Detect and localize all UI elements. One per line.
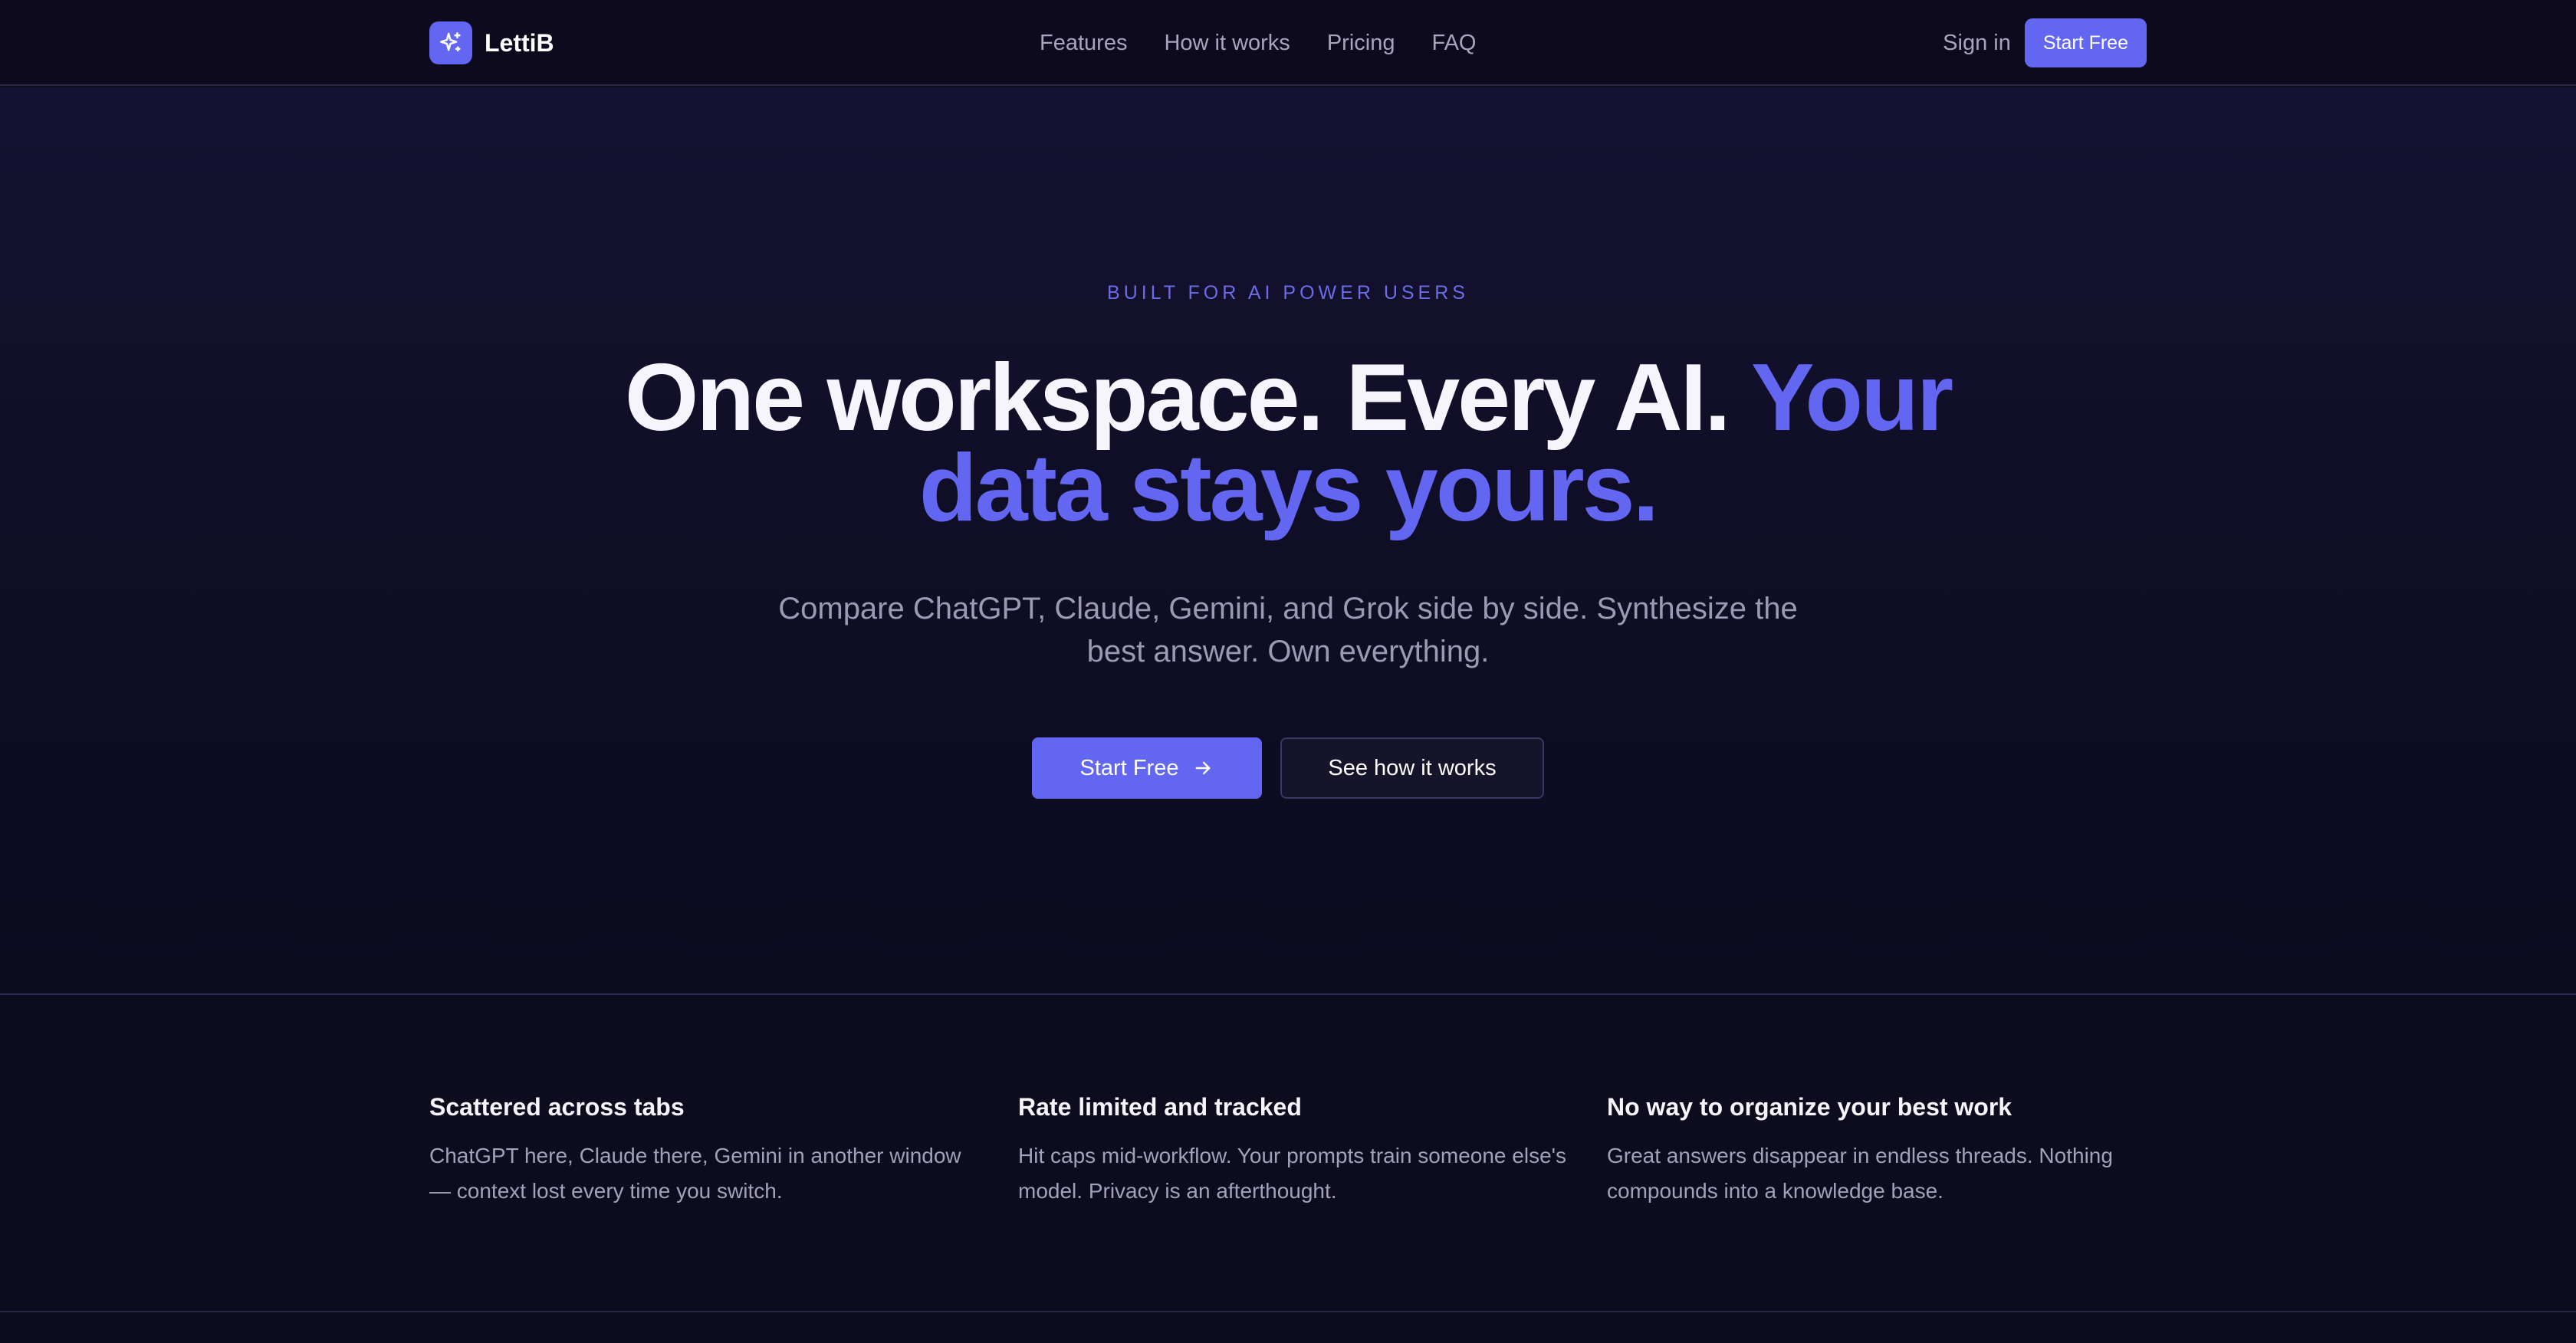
nav-links: Features How it works Pricing FAQ	[1040, 28, 1476, 58]
brand[interactable]: LettiB	[429, 21, 554, 64]
problem-body: ChatGPT here, Claude there, Gemini in an…	[429, 1144, 961, 1203]
nav-link-how-it-works[interactable]: How it works	[1164, 31, 1290, 56]
nav-link-features[interactable]: Features	[1040, 31, 1127, 56]
arrow-right-icon	[1192, 757, 1214, 779]
nav-link-pricing[interactable]: Pricing	[1327, 31, 1395, 56]
problem-title: Scattered across tabs	[429, 1093, 685, 1121]
problems-section: Scattered across tabs ChatGPT here, Clau…	[0, 997, 2576, 1312]
hero-section: BUILT FOR AI POWER USERS One workspace. …	[0, 87, 2576, 995]
problem-title: Rate limited and tracked	[1018, 1093, 1302, 1121]
see-how-it-works-button[interactable]: See how it works	[1280, 737, 1544, 799]
problem-title: No way to organize your best work	[1607, 1093, 2013, 1121]
hero-subhead: Compare ChatGPT, Claude, Gemini, and Gro…	[778, 592, 1798, 668]
nav-actions: Sign in Start Free	[1943, 18, 2147, 67]
sparkle-icon	[429, 21, 472, 64]
nav-start-free-button[interactable]: Start Free	[2024, 18, 2147, 67]
problem-body: Hit caps mid-workflow. Your prompts trai…	[1018, 1144, 1566, 1203]
start-free-button-label: Start Free	[1079, 755, 1179, 780]
sign-in-link[interactable]: Sign in	[1943, 31, 2011, 56]
problem-card: No way to organize your best work Great …	[1607, 1093, 2159, 1209]
hero-headline: One workspace. Every AI. Your data stays…	[598, 350, 1978, 536]
hero-eyebrow: BUILT FOR AI POWER USERS	[1107, 282, 1469, 304]
start-free-button[interactable]: Start Free	[1032, 737, 1262, 799]
brand-name: LettiB	[485, 28, 554, 57]
problem-card: Rate limited and tracked Hit caps mid-wo…	[1018, 1093, 1570, 1209]
hero-cta-row: Start Free See how it works	[1032, 737, 1544, 799]
problem-card: Scattered across tabs ChatGPT here, Clau…	[429, 1093, 981, 1209]
nav-link-faq[interactable]: FAQ	[1431, 31, 1476, 56]
problem-body: Great answers disappear in endless threa…	[1607, 1144, 2113, 1203]
top-navigation: LettiB Features How it works Pricing FAQ…	[0, 0, 2576, 86]
landing-page: LettiB Features How it works Pricing FAQ…	[0, 0, 2576, 1343]
